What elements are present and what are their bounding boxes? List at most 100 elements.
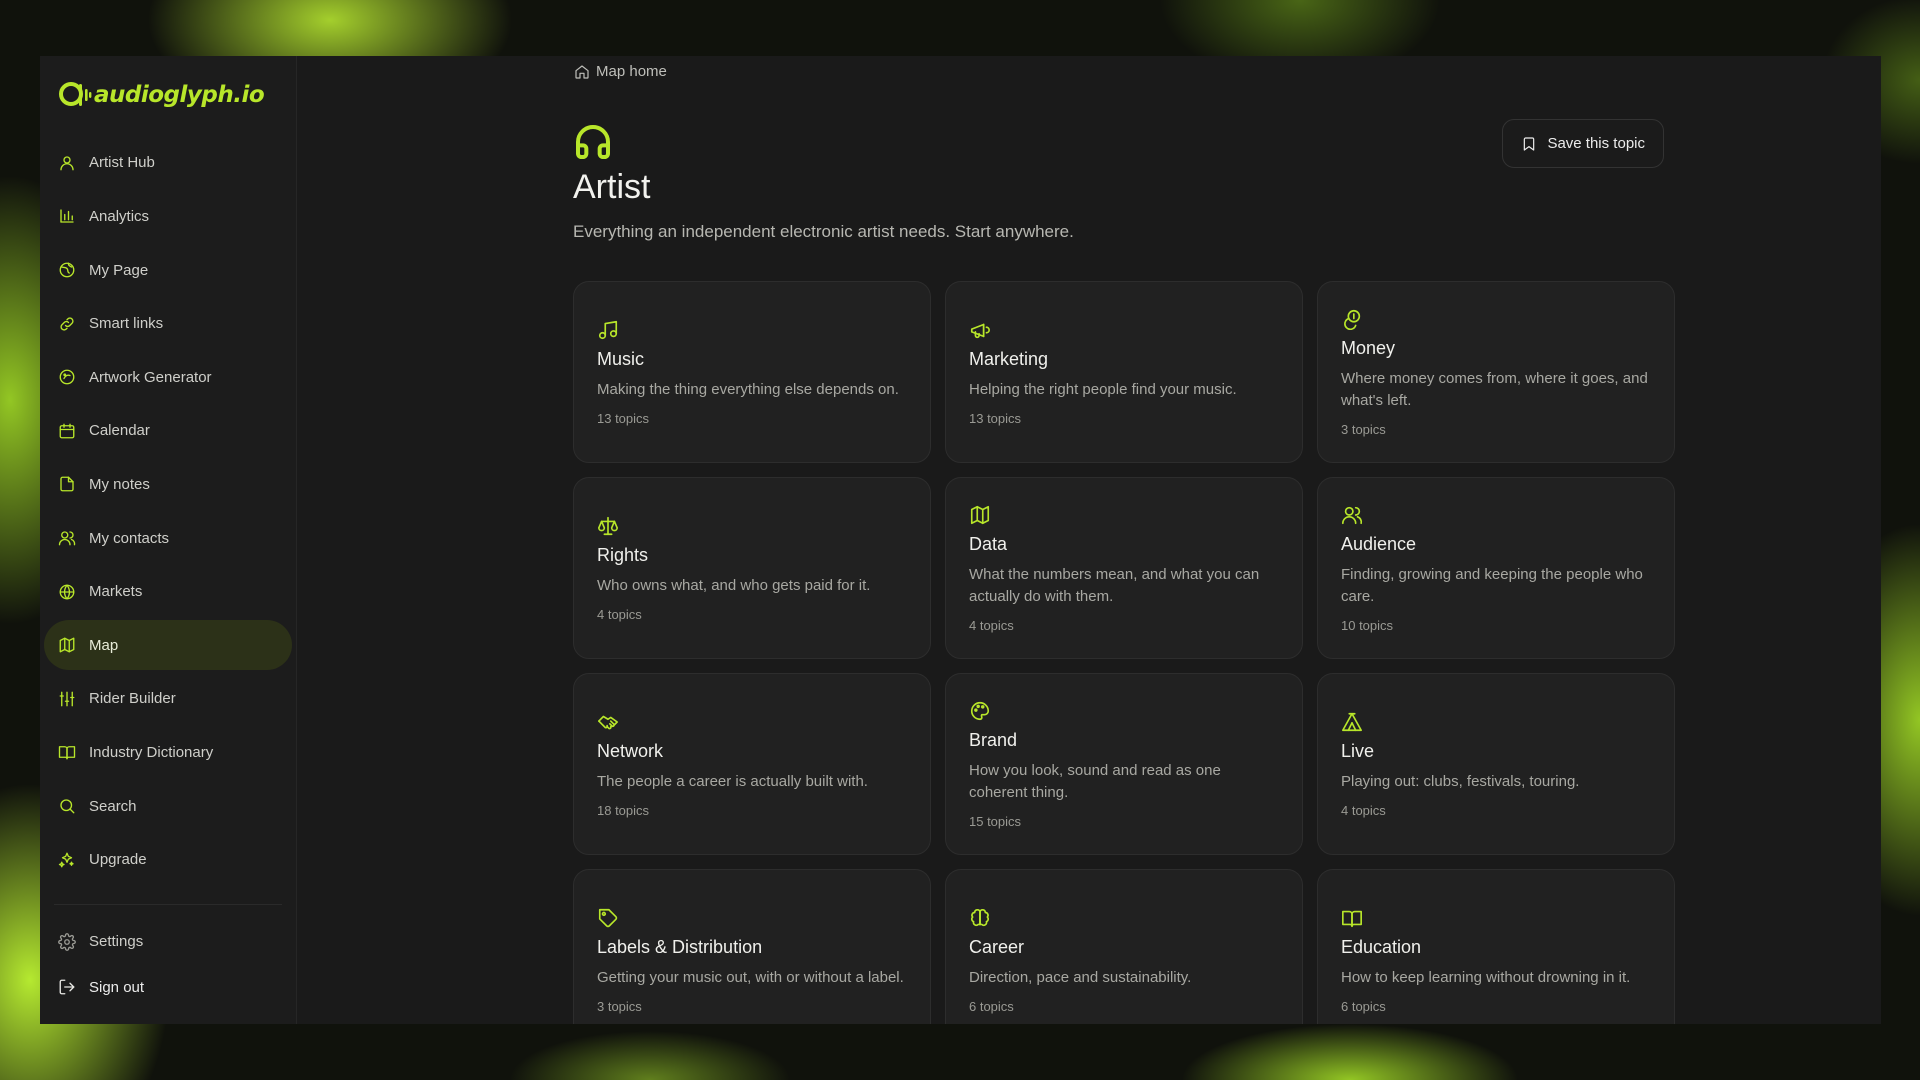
topic-card-description: Helping the right people find your music… [969,380,1237,398]
sidebar-nav: Artist Hub Analytics My Page Smart links Art… [44,138,292,888]
sidebar-item-label: My notes [89,475,150,493]
save-topic-button[interactable]: Save this topic [1502,119,1664,168]
topic-card-title: Audience [1341,533,1417,554]
topic-card-network[interactable]: Network The people a career is actually b… [573,673,931,855]
sidebar-item-rider-builder[interactable]: Rider Builder [44,674,292,724]
topic-card-description: The people a career is actually built wi… [597,772,868,790]
search-icon [58,797,76,815]
topic-card-description: Making the thing everything else depends… [597,380,899,398]
sidebar-item-label: Upgrade [89,851,147,869]
sidebar-item-settings[interactable]: Settings [44,921,292,962]
sidebar-item-label: Industry Dictionary [89,743,214,761]
topic-card-count: 6 topics [969,998,1014,1014]
topic-card-count: 4 topics [1341,802,1386,818]
sidebar-item-sign-out[interactable]: Sign out [44,967,292,1008]
user-icon [58,154,76,172]
topic-card-rights[interactable]: Rights Who owns what, and who gets paid f… [573,477,931,659]
breadcrumb-label: Map home [596,63,667,80]
gear-icon [58,932,76,951]
topic-card-count: 6 topics [1341,998,1386,1014]
topic-card-education[interactable]: Education How to keep learning without dr… [1317,869,1675,1024]
topic-card-count: 13 topics [597,410,650,426]
topic-card-count: 4 topics [597,606,642,622]
file-icon [58,475,76,493]
topic-card-title: Education [1341,936,1422,957]
sidebar-item-search[interactable]: Search [44,781,292,831]
topic-card-description: Who owns what, and who gets paid for it. [597,576,871,594]
topic-card-career[interactable]: Career Direction, pace and sustainability… [945,869,1303,1024]
log-out-icon [58,978,76,996]
sidebar-item-my-notes[interactable]: My notes [44,459,292,509]
topic-card-marketing[interactable]: Marketing Helping the right people find y… [945,281,1303,463]
map-icon [58,636,76,654]
topic-card-count: 15 topics [969,813,1022,829]
brand-name: audioglyph.io [94,81,265,108]
topic-card-title: Data [969,533,1008,554]
topic-card-count: 3 topics [1341,421,1386,437]
topic-card-music[interactable]: Music Making the thing everything else de… [573,281,931,463]
sidebar-item-label: Rider Builder [89,690,176,708]
sidebar-item-artist-hub[interactable]: Artist Hub [44,138,292,188]
sidebar-item-label: Settings [89,933,144,951]
sidebar-item-artwork-generator[interactable]: Artwork Generator [44,352,292,402]
sliders-icon [58,690,76,708]
megaphone-icon [969,319,991,341]
topic-card-live[interactable]: Live Playing out: clubs, festivals, touri… [1317,673,1675,855]
topic-card-description: What the numbers mean, and what you can … [969,565,1260,605]
brand-logo[interactable]: audioglyph.io [44,78,292,112]
home-icon [575,64,589,79]
topic-card-title: Brand [969,729,1018,750]
sidebar-item-my-contacts[interactable]: My contacts [44,513,292,563]
sidebar-item-label: Map [89,636,119,654]
sidebar-item-my-page[interactable]: My Page [44,245,292,295]
tent-icon [1341,711,1363,733]
topic-card-title: Labels & Distribution [597,936,763,957]
topic-card-title: Money [1341,337,1396,358]
scale-icon [597,515,619,537]
sidebar-item-industry-dictionary[interactable]: Industry Dictionary [44,727,292,777]
topic-card-money[interactable]: Money Where money comes from, where it go… [1317,281,1675,463]
topic-card-brand[interactable]: Brand How you look, sound and read as one… [945,673,1303,855]
sidebar-item-map[interactable]: Map [44,620,292,671]
topic-card-description: How to keep learning without drowning in… [1341,968,1631,986]
topic-card-count: 13 topics [969,410,1022,426]
topic-card-labels-distribution[interactable]: Labels & Distribution Getting your music … [573,869,931,1024]
link-icon [58,315,76,333]
music-note-icon [597,319,619,341]
topic-card-description: Getting your music out, with or without … [597,968,904,986]
headphones-icon [573,122,613,162]
topic-card-description: Direction, pace and sustainability. [969,968,1192,986]
sidebar-item-upgrade[interactable]: Upgrade [44,835,292,885]
topic-card-description: How you look, sound and read as one cohe… [969,761,1221,801]
topic-card-description: Playing out: clubs, festivals, touring. [1341,772,1580,790]
breadcrumb[interactable]: Map home [574,63,667,80]
sidebar-item-label: Artist Hub [89,154,155,172]
topic-card-audience[interactable]: Audience Finding, growing and keeping the… [1317,477,1675,659]
map-icon [969,504,991,526]
palette-icon [969,700,991,722]
topic-card-count: 4 topics [969,617,1014,633]
book-open-icon [58,743,76,761]
sidebar-item-markets[interactable]: Markets [44,567,292,617]
handshake-icon [597,711,619,733]
sidebar-item-calendar[interactable]: Calendar [44,406,292,456]
topic-card-data[interactable]: Data What the numbers mean, and what you … [945,477,1303,659]
sidebar-item-label: Calendar [89,422,150,440]
globe-icon [58,261,76,279]
topic-card-count: 10 topics [1341,617,1394,633]
sparkle-circle-icon [58,368,76,386]
save-topic-label: Save this topic [1547,135,1645,152]
sidebar-item-analytics[interactable]: Analytics [44,191,292,241]
topic-card-title: Network [597,740,664,761]
sidebar-item-smart-links[interactable]: Smart links [44,299,292,349]
topic-grid: Music Making the thing everything else de… [573,281,1675,1024]
app-window: audioglyph.io Artist Hub Analytics My Page… [40,56,1881,1024]
sidebar-item-label: Markets [89,583,143,601]
sidebar-item-label: Artwork Generator [89,368,212,386]
topic-card-description: Finding, growing and keeping the people … [1341,565,1643,605]
sidebar-item-label: My Page [89,261,149,279]
page-title: Artist [573,168,651,206]
brain-icon [969,907,991,929]
bookmark-icon [1524,136,1535,151]
topic-card-title: Career [969,936,1025,957]
